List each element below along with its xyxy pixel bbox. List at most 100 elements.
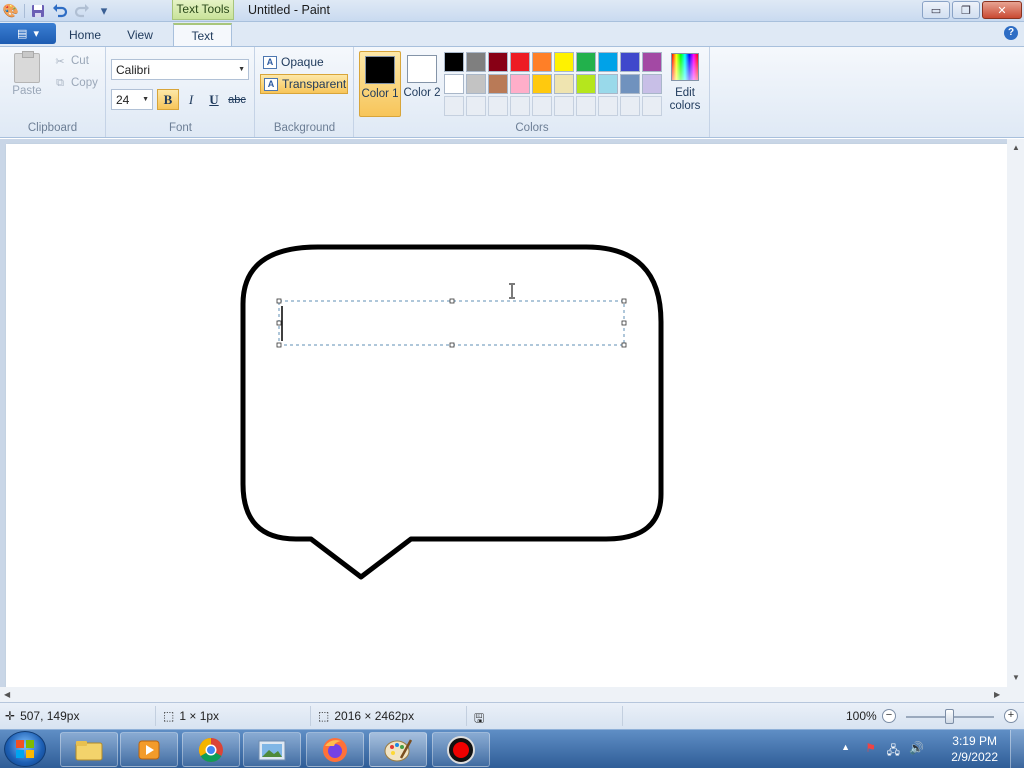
vertical-scrollbar[interactable]: ▲ ▼ bbox=[1007, 139, 1024, 687]
windows-logo-icon bbox=[16, 740, 34, 758]
font-family-value: Calibri bbox=[116, 63, 151, 77]
network-icon[interactable]: 🖧 bbox=[887, 741, 900, 762]
palette-color-swatch[interactable] bbox=[466, 74, 486, 94]
title-bar: 🎨 ▾ Text Tools Untitled - Paint ▭ ❐ ✕ bbox=[0, 0, 1024, 22]
drawing-canvas[interactable] bbox=[6, 144, 1007, 687]
palette-color-swatch[interactable] bbox=[510, 74, 530, 94]
palette-custom-slot[interactable] bbox=[554, 96, 574, 116]
palette-color-swatch[interactable] bbox=[642, 52, 662, 72]
customize-qat-chevron-icon[interactable]: ▾ bbox=[93, 1, 115, 21]
paint-menu-button[interactable]: ▤ ▾ bbox=[0, 23, 56, 44]
color-spectrum-icon bbox=[671, 53, 699, 81]
palette-color-swatch[interactable] bbox=[532, 52, 552, 72]
palette-color-swatch[interactable] bbox=[598, 52, 618, 72]
color1-button[interactable]: Color 1 bbox=[359, 51, 401, 117]
close-button[interactable]: ✕ bbox=[982, 1, 1022, 19]
palette-custom-slot[interactable] bbox=[510, 96, 530, 116]
selection-size-value: 1 × 1px bbox=[179, 709, 220, 723]
palette-color-swatch[interactable] bbox=[466, 52, 486, 72]
tab-text[interactable]: Text bbox=[173, 23, 232, 47]
palette-custom-slot[interactable] bbox=[642, 96, 662, 116]
palette-custom-slot[interactable] bbox=[576, 96, 596, 116]
cut-button[interactable]: ✂ Cut bbox=[54, 55, 89, 68]
show-desktop-button[interactable] bbox=[1010, 730, 1024, 768]
palette-custom-slot[interactable] bbox=[444, 96, 464, 116]
palette-custom-slot[interactable] bbox=[532, 96, 552, 116]
font-size-value: 24 bbox=[116, 93, 130, 107]
scroll-down-icon[interactable]: ▼ bbox=[1012, 673, 1020, 682]
bold-button[interactable]: B bbox=[157, 89, 179, 110]
palette-color-swatch[interactable] bbox=[554, 74, 574, 94]
copy-button[interactable]: ⧉ Copy bbox=[54, 76, 98, 90]
transparent-label: Transparent bbox=[282, 77, 347, 91]
redo-icon[interactable] bbox=[71, 1, 93, 21]
transparent-button[interactable]: A Transparent bbox=[260, 74, 348, 94]
help-icon[interactable]: ? bbox=[1004, 26, 1018, 40]
text-box-selection bbox=[276, 298, 627, 348]
underline-button[interactable]: U bbox=[203, 89, 225, 110]
move-cursor-icon: ✛ bbox=[5, 709, 16, 723]
palette-custom-slot[interactable] bbox=[598, 96, 618, 116]
taskbar-media-player[interactable] bbox=[120, 732, 178, 767]
opaque-label: Opaque bbox=[281, 55, 324, 69]
font-family-select[interactable]: Calibri ▼ bbox=[111, 59, 249, 80]
palette-color-swatch[interactable] bbox=[620, 74, 640, 94]
taskbar-chrome[interactable] bbox=[182, 732, 240, 767]
strikethrough-button[interactable]: abc bbox=[226, 89, 248, 110]
palette-color-swatch[interactable] bbox=[620, 52, 640, 72]
horizontal-scrollbar[interactable]: ◀ ▶ bbox=[0, 687, 1024, 702]
zoom-out-button[interactable]: − bbox=[882, 709, 896, 723]
palette-color-swatch[interactable] bbox=[576, 52, 596, 72]
palette-color-swatch[interactable] bbox=[488, 74, 508, 94]
action-center-flag-icon[interactable]: ⚑ bbox=[865, 741, 876, 755]
color2-button[interactable]: Color 2 bbox=[401, 51, 443, 117]
taskbar-photo-viewer[interactable] bbox=[243, 732, 301, 767]
palette-color-swatch[interactable] bbox=[488, 52, 508, 72]
file-size: 🖫 bbox=[474, 709, 484, 730]
tab-home[interactable]: Home bbox=[62, 26, 108, 46]
font-group-label: Font bbox=[168, 122, 192, 134]
palette-color-swatch[interactable] bbox=[554, 52, 574, 72]
tab-view[interactable]: View bbox=[118, 26, 162, 46]
taskbar-recorder[interactable] bbox=[432, 732, 490, 767]
font-size-select[interactable]: 24 ▼ bbox=[111, 89, 153, 110]
show-hidden-icons-icon[interactable]: ▲ bbox=[841, 742, 850, 752]
copy-icon: ⧉ bbox=[56, 76, 64, 89]
disk-icon: 🖫 bbox=[474, 711, 485, 725]
edit-colors-button[interactable]: Edit colors bbox=[667, 53, 703, 113]
restore-button[interactable]: ❐ bbox=[952, 1, 980, 19]
taskbar-clock[interactable]: 3:19 PM 2/9/2022 bbox=[951, 733, 998, 765]
palette-color-swatch[interactable] bbox=[642, 74, 662, 94]
undo-icon[interactable] bbox=[49, 1, 71, 21]
scroll-up-icon[interactable]: ▲ bbox=[1012, 143, 1020, 152]
palette-custom-slot[interactable] bbox=[466, 96, 486, 116]
zoom-slider-thumb[interactable] bbox=[945, 709, 954, 724]
colors-group: Color 1 Color 2 Edit colors Colors bbox=[355, 47, 710, 137]
scroll-left-icon[interactable]: ◀ bbox=[4, 690, 10, 699]
taskbar-firefox[interactable] bbox=[306, 732, 364, 767]
palette-color-swatch[interactable] bbox=[444, 74, 464, 94]
zoom-in-button[interactable]: + bbox=[1004, 709, 1018, 723]
opaque-button[interactable]: A Opaque bbox=[260, 52, 348, 72]
italic-button[interactable]: I bbox=[180, 89, 202, 110]
scroll-right-icon[interactable]: ▶ bbox=[994, 690, 1000, 699]
palette-color-swatch[interactable] bbox=[444, 52, 464, 72]
palette-color-swatch[interactable] bbox=[576, 74, 596, 94]
palette-custom-slot[interactable] bbox=[620, 96, 640, 116]
paste-button[interactable]: Paste bbox=[6, 51, 48, 105]
taskbar-paint[interactable] bbox=[369, 732, 427, 767]
minimize-button[interactable]: ▭ bbox=[922, 1, 950, 19]
volume-icon[interactable]: 🔊 bbox=[909, 741, 924, 755]
palette-color-swatch[interactable] bbox=[532, 74, 552, 94]
paint-app-icon[interactable]: 🎨 bbox=[0, 1, 22, 21]
status-bar: ✛ 507, 149px ⬚ 1 × 1px ⬚ 2016 × 2462px 🖫… bbox=[0, 702, 1024, 729]
save-icon[interactable] bbox=[27, 1, 49, 21]
palette-custom-slot[interactable] bbox=[488, 96, 508, 116]
status-divider bbox=[622, 706, 623, 726]
palette-color-swatch[interactable] bbox=[510, 52, 530, 72]
start-button[interactable] bbox=[4, 731, 46, 767]
taskbar-file-explorer[interactable] bbox=[60, 732, 118, 767]
palette-color-swatch[interactable] bbox=[598, 74, 618, 94]
clock-time: 3:19 PM bbox=[952, 734, 997, 748]
chevron-down-icon: ▾ bbox=[33, 28, 39, 40]
